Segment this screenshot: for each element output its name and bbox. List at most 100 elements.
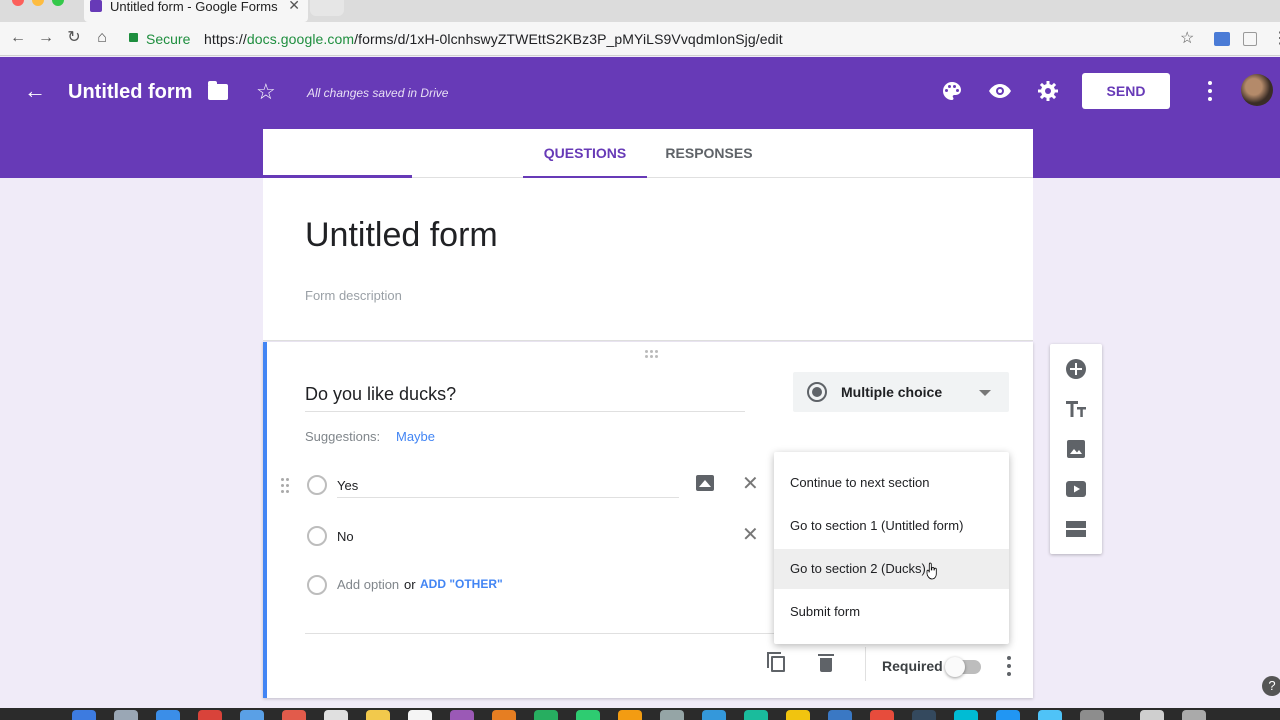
bookmark-star-icon[interactable]: ☆ — [1180, 28, 1194, 48]
question-title-input[interactable]: Do you like ducks? — [305, 384, 745, 412]
add-section-icon[interactable] — [1064, 517, 1088, 541]
section-dropdown-menu: Continue to next section Go to section 1… — [774, 452, 1009, 644]
tab-responses[interactable]: RESPONSES — [647, 129, 771, 178]
header-form-title[interactable]: Untitled form — [68, 81, 192, 104]
back-arrow-icon[interactable]: ← — [24, 78, 46, 104]
help-icon[interactable]: ? — [1262, 676, 1280, 696]
star-icon[interactable]: ☆ — [256, 79, 276, 105]
messages-icon[interactable] — [492, 710, 516, 720]
menu-item-submit[interactable]: Submit form — [774, 592, 1009, 632]
required-label: Required — [882, 658, 943, 674]
browser-menu-icon[interactable]: ⋮ — [1272, 28, 1280, 48]
extension-icon[interactable] — [1214, 32, 1230, 46]
option-radio-icon — [307, 475, 327, 495]
floating-toolbar — [1050, 344, 1102, 554]
photos-icon[interactable] — [450, 710, 474, 720]
suggestions-label: Suggestions: — [305, 429, 381, 444]
form-description-field[interactable]: Form description — [305, 288, 402, 303]
tab-questions[interactable]: QUESTIONS — [523, 129, 647, 178]
facetime-icon[interactable] — [534, 710, 558, 720]
network-icon[interactable] — [1038, 710, 1062, 720]
trash-icon[interactable] — [818, 654, 834, 672]
question-more-icon[interactable] — [1005, 656, 1013, 676]
browser-tabstrip: Untitled form - Google Forms ✕ — [0, 0, 1280, 22]
safari-icon[interactable] — [156, 710, 180, 720]
required-toggle[interactable] — [945, 657, 981, 677]
palette-icon[interactable] — [940, 79, 964, 103]
add-image-icon[interactable] — [1064, 437, 1088, 461]
reminders-icon[interactable] — [408, 710, 432, 720]
url-path: /forms/d/1xH-0lcnhswyZTWEttS2KBz3P_pMYiL… — [354, 31, 783, 47]
folder-icon[interactable] — [208, 81, 228, 100]
home-icon[interactable]: ⌂ — [92, 28, 112, 48]
option-radio-icon — [307, 526, 327, 546]
add-other-link[interactable]: ADD "OTHER" — [420, 577, 503, 591]
avatar[interactable] — [1241, 74, 1273, 106]
reader-icon[interactable] — [1243, 32, 1257, 46]
reload-icon[interactable]: ↻ — [64, 28, 84, 48]
suggestion-chip[interactable]: Maybe — [396, 429, 435, 444]
add-video-icon[interactable] — [1064, 477, 1088, 501]
remove-option-icon[interactable]: ✕ — [742, 522, 759, 547]
maps-icon[interactable] — [744, 710, 768, 720]
remove-option-icon[interactable]: ✕ — [742, 471, 759, 496]
url-scheme: https:// — [204, 31, 247, 47]
notes-icon[interactable] — [324, 710, 348, 720]
trash-dock-icon[interactable] — [1182, 710, 1206, 720]
menu-item-continue[interactable]: Continue to next section — [774, 463, 1009, 503]
add-image-icon[interactable] — [696, 475, 714, 491]
menu-item-section-2[interactable]: Go to section 2 (Ducks) — [774, 549, 1009, 589]
browser-tab-title: Untitled form - Google Forms — [110, 0, 278, 14]
browser-tab[interactable]: Untitled form - Google Forms ✕ — [84, 0, 308, 22]
chrome-icon[interactable] — [198, 710, 222, 720]
question-type-dropdown[interactable]: Multiple choice — [793, 372, 1009, 412]
duplicate-icon[interactable] — [767, 652, 785, 672]
close-window-icon[interactable] — [12, 0, 24, 6]
form-tabs: QUESTIONS RESPONSES — [263, 129, 1033, 178]
zoom-window-icon[interactable] — [52, 0, 64, 6]
itunes-icon[interactable] — [576, 710, 600, 720]
divider — [865, 647, 866, 681]
terminal-icon[interactable] — [912, 710, 936, 720]
radio-button-icon — [807, 382, 827, 402]
option-label-no[interactable]: No — [337, 529, 354, 544]
ibooks-icon[interactable] — [618, 710, 642, 720]
drag-handle-icon[interactable] — [645, 350, 661, 358]
calendar-icon[interactable] — [282, 710, 306, 720]
slack-icon[interactable] — [786, 710, 810, 720]
new-tab-button[interactable] — [310, 0, 344, 16]
app-store-icon[interactable] — [702, 710, 726, 720]
menu-item-section-1[interactable]: Go to section 1 (Untitled form) — [774, 506, 1009, 546]
or-text: or — [404, 577, 416, 592]
skype-icon[interactable] — [870, 710, 894, 720]
vscode-icon[interactable] — [954, 710, 978, 720]
add-question-icon[interactable] — [1064, 357, 1088, 381]
stickies-icon[interactable] — [366, 710, 390, 720]
launchpad-icon[interactable] — [114, 710, 138, 720]
downloads-icon[interactable] — [1080, 710, 1104, 720]
preview-eye-icon[interactable] — [988, 79, 1012, 103]
send-button[interactable]: SEND — [1082, 73, 1170, 109]
word-icon[interactable] — [828, 710, 852, 720]
address-bar[interactable]: https://docs.google.com/forms/d/1xH-0lcn… — [204, 31, 783, 47]
settings-gear-icon[interactable] — [1036, 79, 1060, 103]
option-drag-handle-icon[interactable] — [281, 478, 291, 494]
saved-status: All changes saved in Drive — [307, 86, 449, 100]
documents-icon[interactable] — [1140, 710, 1164, 720]
more-options-icon[interactable] — [1200, 79, 1220, 103]
finder-icon[interactable] — [72, 710, 96, 720]
xcode-icon[interactable] — [996, 710, 1020, 720]
forward-icon[interactable]: → — [36, 28, 56, 48]
minimize-window-icon[interactable] — [32, 0, 44, 6]
close-tab-icon[interactable]: ✕ — [288, 0, 300, 12]
toggle-knob — [945, 657, 965, 677]
secure-label: Secure — [146, 31, 191, 47]
back-icon[interactable]: ← — [8, 28, 28, 48]
option-label-yes[interactable]: Yes — [337, 478, 358, 493]
chevron-down-icon — [979, 390, 991, 396]
mail-icon[interactable] — [240, 710, 264, 720]
preferences-icon[interactable] — [660, 710, 684, 720]
form-title[interactable]: Untitled form — [305, 216, 498, 255]
add-title-icon[interactable] — [1064, 397, 1088, 421]
add-option-link[interactable]: Add option — [337, 577, 399, 592]
